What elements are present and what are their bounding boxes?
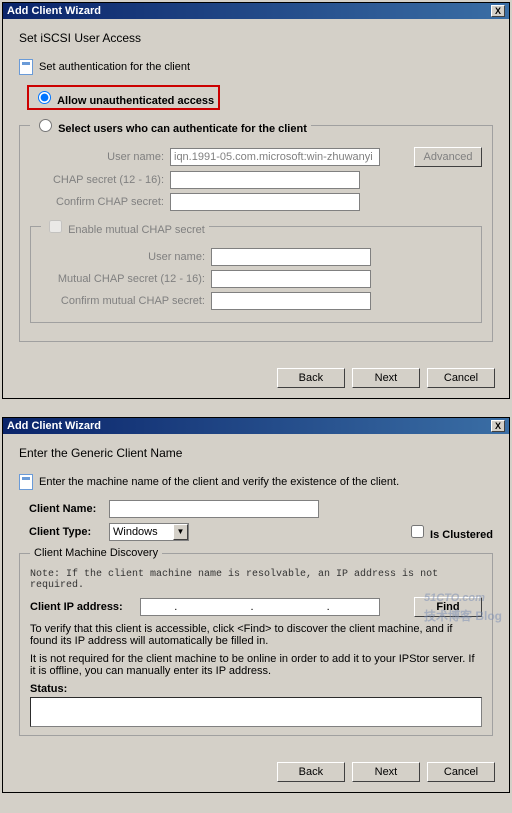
confirm-chap-label: Confirm CHAP secret: (30, 196, 170, 208)
discovery-legend: Client Machine Discovery (30, 547, 162, 559)
page-icon (19, 474, 33, 490)
find-button[interactable]: Find (414, 597, 482, 617)
radio-allow-unauth-label: Allow unauthenticated access (57, 95, 214, 107)
wizard-client-name: Add Client Wizard X Enter the Generic Cl… (2, 417, 510, 793)
status-label: Status: (30, 683, 67, 695)
mutual-confirm-label: Confirm mutual CHAP secret: (41, 295, 211, 307)
mutual-username-input (211, 248, 371, 266)
radio-allow-unauth-input[interactable] (38, 91, 51, 104)
clienttype-label: Client Type: (29, 526, 109, 538)
clientname-input[interactable] (109, 500, 319, 518)
discovery-group: Client Machine Discovery Note: If the cl… (19, 547, 493, 736)
back-button[interactable]: Back (277, 368, 345, 388)
window-title: Add Client Wizard (7, 5, 101, 17)
wizard-buttons: Back Next Cancel (3, 756, 509, 792)
page-subtitle: Enter the Generic Client Name (19, 446, 493, 460)
clienttype-value: Windows (113, 526, 158, 538)
cancel-button[interactable]: Cancel (427, 368, 495, 388)
chap-input (170, 171, 360, 189)
status-box (30, 697, 482, 727)
username-input (170, 148, 380, 166)
titlebar: Add Client Wizard X (3, 418, 509, 434)
instruction-row: Set authentication for the client (19, 59, 493, 75)
chevron-down-icon[interactable]: ▼ (173, 524, 188, 540)
confirm-chap-input (170, 193, 360, 211)
next-button[interactable]: Next (352, 762, 420, 782)
close-icon[interactable]: X (491, 5, 505, 17)
page-subtitle: Set iSCSI User Access (19, 31, 493, 45)
clientip-input[interactable] (140, 598, 380, 616)
page-icon (19, 59, 33, 75)
back-button[interactable]: Back (277, 762, 345, 782)
wizard-buttons: Back Next Cancel (3, 362, 509, 398)
chap-label: CHAP secret (12 - 16): (30, 174, 170, 186)
wizard-iscsi-access: Add Client Wizard X Set iSCSI User Acces… (2, 2, 510, 399)
radio-select-users-input[interactable] (39, 119, 52, 132)
isclustered-label: Is Clustered (430, 529, 493, 541)
next-button[interactable]: Next (352, 368, 420, 388)
titlebar: Add Client Wizard X (3, 3, 509, 19)
mutual-chap-input (211, 270, 371, 288)
isclustered-input[interactable] (411, 525, 424, 538)
radio-select-users[interactable]: Select users who can authenticate for th… (30, 116, 311, 135)
clientname-label: Client Name: (29, 503, 109, 515)
instruction-row: Enter the machine name of the client and… (19, 474, 493, 490)
mutual-chap-checkbox: Enable mutual CHAP secret (41, 217, 209, 236)
mutual-chap-checkbox-input (49, 220, 62, 233)
instruction-text: Set authentication for the client (39, 61, 190, 73)
mutual-chap-group: Enable mutual CHAP secret User name: Mut… (30, 217, 482, 323)
select-users-group: Select users who can authenticate for th… (19, 116, 493, 342)
mutual-chap-checkbox-label: Enable mutual CHAP secret (68, 224, 205, 236)
verify-text: To verify that this client is accessible… (30, 623, 482, 647)
highlight-allow-unauth: Allow unauthenticated access (27, 85, 220, 110)
cancel-button[interactable]: Cancel (427, 762, 495, 782)
radio-allow-unauth[interactable]: Allow unauthenticated access (33, 95, 214, 107)
offline-text: It is not required for the client machin… (30, 653, 482, 677)
window-title: Add Client Wizard (7, 420, 101, 432)
clienttype-dropdown[interactable]: Windows ▼ (109, 523, 189, 541)
mutual-chap-label: Mutual CHAP secret (12 - 16): (41, 273, 211, 285)
advanced-button: Advanced (414, 147, 482, 167)
close-icon[interactable]: X (491, 420, 505, 432)
clientip-label: Client IP address: (30, 601, 140, 613)
radio-select-users-label: Select users who can authenticate for th… (58, 123, 307, 135)
isclustered-checkbox[interactable]: Is Clustered (407, 522, 493, 541)
mutual-confirm-input (211, 292, 371, 310)
username-label: User name: (30, 151, 170, 163)
discovery-note: Note: If the client machine name is reso… (30, 569, 482, 591)
mutual-username-label: User name: (41, 251, 211, 263)
instruction-text: Enter the machine name of the client and… (39, 476, 399, 488)
